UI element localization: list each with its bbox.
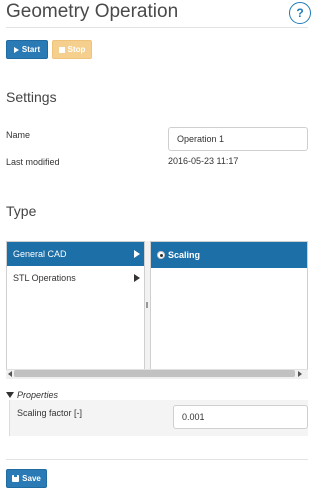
page-title: Geometry Operation	[6, 1, 179, 22]
chevron-right-icon	[134, 274, 140, 282]
play-icon	[13, 46, 19, 53]
scaling-factor-label: Scaling factor [-]	[17, 408, 83, 418]
operation-scaling[interactable]: Scaling	[151, 242, 307, 268]
name-input[interactable]	[168, 127, 308, 151]
chevron-right-icon	[134, 250, 140, 258]
scaling-factor-input[interactable]	[173, 405, 308, 429]
operation-label: Scaling	[168, 250, 201, 260]
splitter-grip-icon	[146, 302, 148, 308]
scroll-left-icon[interactable]	[8, 371, 12, 377]
scrollbar-thumb[interactable]	[14, 370, 295, 377]
floppy-disk-icon	[12, 475, 20, 482]
header-divider	[6, 27, 308, 28]
name-label: Name	[6, 130, 31, 140]
save-button[interactable]: Save	[6, 469, 47, 488]
help-button[interactable]: ?	[289, 2, 311, 24]
category-label: STL Operations	[13, 273, 76, 283]
category-list: General CAD STL Operations	[6, 241, 145, 379]
footer-divider	[6, 459, 308, 460]
category-general-cad[interactable]: General CAD	[7, 242, 144, 266]
type-heading: Type	[6, 203, 37, 219]
properties-toggle[interactable]: Properties	[6, 390, 58, 400]
start-button[interactable]: Start	[6, 40, 48, 59]
stop-button[interactable]: Stop	[52, 40, 92, 59]
settings-heading: Settings	[6, 89, 57, 105]
properties-heading: Properties	[17, 390, 59, 400]
caret-down-icon	[6, 392, 14, 398]
scroll-right-icon[interactable]	[298, 371, 302, 377]
last-modified-value: 2016-05-23 11:17	[168, 156, 239, 166]
stop-button-label: Stop	[67, 45, 86, 54]
operation-list: Scaling	[150, 241, 308, 379]
stop-icon	[58, 46, 65, 53]
save-button-label: Save	[22, 474, 41, 483]
category-label: General CAD	[13, 249, 67, 259]
last-modified-label: Last modified	[6, 157, 60, 167]
start-button-label: Start	[21, 45, 41, 54]
radio-selected-icon	[157, 251, 165, 259]
category-stl-operations[interactable]: STL Operations	[7, 266, 144, 290]
